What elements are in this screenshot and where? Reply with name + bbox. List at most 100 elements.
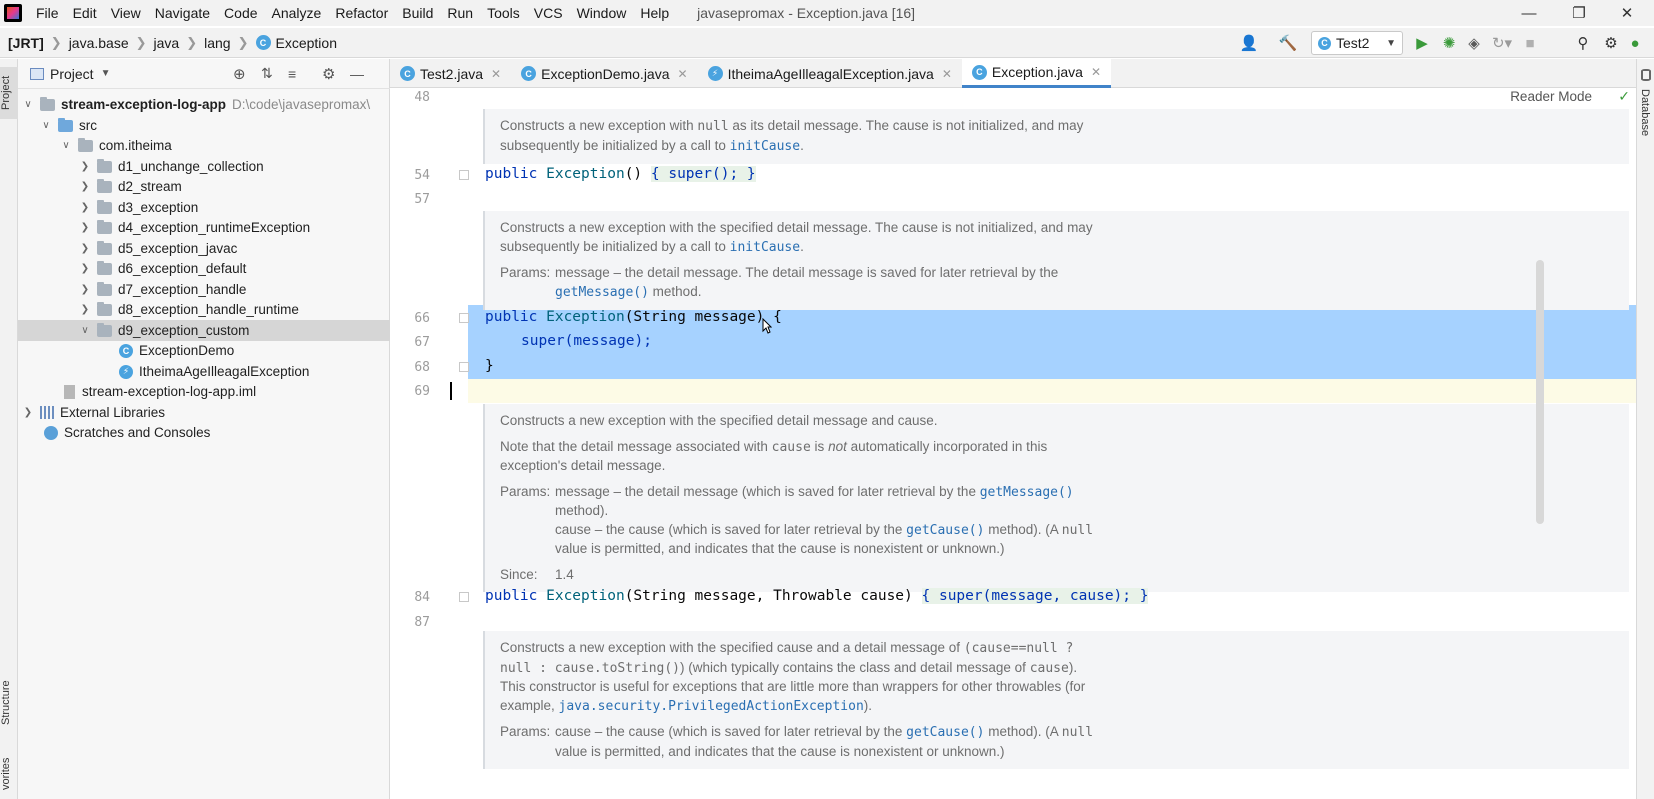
tree-item-d2[interactable]: ❯ d2_stream bbox=[18, 176, 390, 197]
menu-refactor[interactable]: Refactor bbox=[335, 5, 388, 21]
chevron-right-icon[interactable]: ❯ bbox=[79, 263, 91, 274]
user-icon[interactable]: 👤 bbox=[1236, 32, 1262, 54]
tree-item-d5[interactable]: ❯ d5_exception_javac bbox=[18, 238, 390, 259]
breadcrumb-item-exception[interactable]: C Exception bbox=[255, 35, 337, 51]
plugin-icon[interactable]: ● bbox=[1626, 32, 1644, 54]
reader-mode-toggle[interactable]: Reader Mode bbox=[1510, 89, 1592, 104]
chevron-down-icon[interactable]: ▼ bbox=[101, 68, 111, 79]
coverage-icon[interactable]: ◈ bbox=[1463, 32, 1485, 54]
project-tool-tab[interactable]: Project bbox=[0, 67, 18, 119]
locate-icon[interactable]: ⊕ bbox=[233, 65, 246, 83]
tree-item-com-itheima[interactable]: ∨ com.itheima bbox=[18, 135, 390, 156]
tree-item-exception-demo[interactable]: C ExceptionDemo bbox=[18, 340, 390, 361]
chevron-down-icon[interactable]: ∨ bbox=[40, 120, 52, 131]
tree-item-d1[interactable]: ❯ d1_unchange_collection bbox=[18, 156, 390, 177]
chevron-right-icon[interactable]: ❯ bbox=[79, 304, 91, 315]
settings-gear-icon[interactable]: ⚙ bbox=[322, 65, 335, 83]
tree-item-itheima-exception[interactable]: ⚡ ItheimaAgeIlleagalException bbox=[18, 361, 390, 382]
doc-link[interactable]: getMessage() bbox=[980, 485, 1074, 500]
tab-itheima-exception[interactable]: ⚡ ItheimaAgeIlleagalException.java ✕ bbox=[698, 59, 962, 88]
doc-link[interactable]: getMessage() bbox=[555, 285, 649, 300]
tree-item-d8[interactable]: ❯ d8_exception_handle_runtime bbox=[18, 299, 390, 320]
tree-item-iml[interactable]: stream-exception-log-app.iml bbox=[18, 381, 390, 402]
tab-exception-demo[interactable]: C ExceptionDemo.java ✕ bbox=[511, 59, 697, 88]
structure-tool-tab[interactable]: Structure bbox=[0, 671, 18, 735]
close-window-icon[interactable]: ✕ bbox=[1604, 0, 1650, 26]
menu-build[interactable]: Build bbox=[402, 5, 433, 21]
close-tab-icon[interactable]: ✕ bbox=[491, 67, 501, 81]
tree-item-module[interactable]: ∨ stream-exception-log-app D:\code\javas… bbox=[18, 94, 390, 115]
doc-emphasis: not bbox=[828, 438, 847, 454]
folded-code-region[interactable]: { super(); } bbox=[650, 166, 756, 182]
fold-marker-icon[interactable] bbox=[459, 170, 469, 180]
menu-run[interactable]: Run bbox=[447, 5, 473, 21]
fold-marker-icon[interactable] bbox=[459, 313, 469, 323]
tree-item-scratches[interactable]: Scratches and Consoles bbox=[18, 422, 390, 443]
fold-marker-icon[interactable] bbox=[459, 362, 469, 372]
doc-link[interactable]: getCause() bbox=[906, 725, 984, 740]
settings-gear-icon[interactable]: ⚙ bbox=[1600, 32, 1622, 54]
menu-analyze[interactable]: Analyze bbox=[272, 5, 322, 21]
menu-window[interactable]: Window bbox=[577, 5, 627, 21]
breadcrumb-item-jrt[interactable]: [JRT] bbox=[8, 35, 44, 51]
chevron-down-icon[interactable]: ∨ bbox=[79, 325, 91, 336]
project-view-select[interactable]: Project bbox=[50, 66, 94, 82]
tree-item-d3[interactable]: ❯ d3_exception bbox=[18, 197, 390, 218]
fold-marker-icon[interactable] bbox=[459, 592, 469, 602]
chevron-right-icon[interactable]: ❯ bbox=[79, 161, 91, 172]
menu-vcs[interactable]: VCS bbox=[534, 5, 563, 21]
collapse-all-icon[interactable]: ≡ bbox=[288, 66, 296, 82]
doc-link[interactable]: getCause() bbox=[906, 523, 984, 538]
database-icon bbox=[1641, 69, 1651, 81]
tree-item-src[interactable]: ∨ src bbox=[18, 115, 390, 136]
menu-edit[interactable]: Edit bbox=[73, 5, 97, 21]
build-hammer-icon[interactable]: 🔨 bbox=[1277, 32, 1299, 54]
database-tool-tab[interactable]: Database bbox=[1639, 89, 1651, 136]
tab-test2[interactable]: C Test2.java ✕ bbox=[390, 59, 511, 88]
tree-item-external-libraries[interactable]: ❯ External Libraries bbox=[18, 402, 390, 423]
tree-item-d4[interactable]: ❯ d4_exception_runtimeException bbox=[18, 217, 390, 238]
line-number: 67 bbox=[414, 335, 430, 350]
tree-item-d9[interactable]: ∨ d9_exception_custom bbox=[18, 320, 390, 341]
chevron-right-icon[interactable]: ❯ bbox=[79, 243, 91, 254]
chevron-right-icon[interactable]: ❯ bbox=[79, 181, 91, 192]
minimize-icon[interactable]: — bbox=[1506, 0, 1552, 26]
restore-icon[interactable]: ❐ bbox=[1556, 0, 1602, 26]
debug-icon[interactable]: ✺ bbox=[1438, 32, 1460, 54]
profile-icon[interactable]: ↻▾ bbox=[1488, 32, 1516, 54]
stop-icon[interactable]: ■ bbox=[1520, 32, 1540, 54]
vertical-scrollbar[interactable] bbox=[1536, 260, 1544, 524]
menu-navigate[interactable]: Navigate bbox=[155, 5, 210, 21]
menu-help[interactable]: Help bbox=[640, 5, 669, 21]
breadcrumb-item-lang[interactable]: lang bbox=[204, 35, 230, 51]
code-editor[interactable]: 48 54 57 66 67 68 69 84 87 Reader Mode ✓… bbox=[390, 88, 1636, 799]
chevron-right-icon[interactable]: ❯ bbox=[79, 222, 91, 233]
tree-item-d6[interactable]: ❯ d6_exception_default bbox=[18, 258, 390, 279]
close-tab-icon[interactable]: ✕ bbox=[678, 67, 688, 81]
chevron-down-icon[interactable]: ∨ bbox=[22, 99, 34, 110]
tree-item-d7[interactable]: ❯ d7_exception_handle bbox=[18, 279, 390, 300]
chevron-right-icon[interactable]: ❯ bbox=[79, 284, 91, 295]
chevron-down-icon[interactable]: ∨ bbox=[60, 140, 72, 151]
run-configuration-select[interactable]: C Test2 ▼ bbox=[1311, 31, 1403, 55]
chevron-right-icon[interactable]: ❯ bbox=[79, 202, 91, 213]
breadcrumb-item-java[interactable]: java bbox=[154, 35, 180, 51]
folded-code-region[interactable]: { super(message, cause); } bbox=[921, 588, 1149, 604]
expand-all-icon[interactable]: ⇅ bbox=[261, 65, 273, 82]
doc-link[interactable]: java.security.PrivilegedActionException bbox=[559, 699, 864, 714]
tab-exception[interactable]: C Exception.java ✕ bbox=[961, 59, 1112, 88]
chevron-right-icon[interactable]: ❯ bbox=[22, 407, 34, 418]
close-tab-icon[interactable]: ✕ bbox=[942, 67, 952, 81]
breadcrumb-item-java-base[interactable]: java.base bbox=[69, 35, 129, 51]
menu-view[interactable]: View bbox=[111, 5, 141, 21]
doc-link[interactable]: initCause bbox=[730, 240, 800, 255]
hide-panel-icon[interactable]: — bbox=[350, 66, 364, 82]
search-icon[interactable]: ⚲ bbox=[1572, 32, 1594, 54]
menu-tools[interactable]: Tools bbox=[487, 5, 520, 21]
menu-file[interactable]: File bbox=[36, 5, 59, 21]
doc-link[interactable]: initCause bbox=[730, 139, 800, 154]
menu-code[interactable]: Code bbox=[224, 5, 257, 21]
close-tab-icon[interactable]: ✕ bbox=[1091, 65, 1101, 79]
run-icon[interactable]: ▶ bbox=[1411, 32, 1433, 54]
favorites-tool-tab[interactable]: vorites bbox=[0, 749, 18, 799]
